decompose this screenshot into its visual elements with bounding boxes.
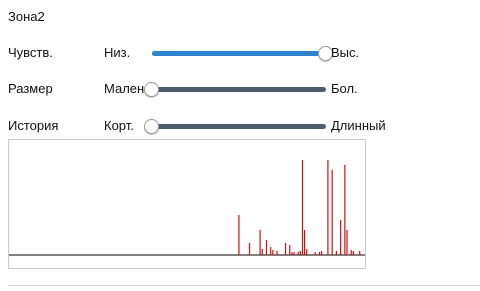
sensitivity-slider[interactable] <box>152 51 326 56</box>
sensitivity-max-label: Выс. <box>331 45 360 60</box>
history-slider[interactable] <box>152 124 326 129</box>
motion-graph-panel <box>8 139 366 269</box>
history-row: История Корт. Длинный <box>0 116 480 136</box>
zone-title: Зона2 <box>8 9 45 24</box>
sensitivity-label: Чувств. <box>8 45 53 60</box>
size-min-label: Мален <box>104 81 145 96</box>
motion-graph <box>9 160 365 256</box>
sensitivity-fill <box>152 51 326 56</box>
history-thumb[interactable] <box>144 119 159 134</box>
size-thumb[interactable] <box>144 82 159 97</box>
sensitivity-row: Чувств. Низ. Выс. <box>0 43 480 63</box>
history-min-label: Корт. <box>104 118 134 133</box>
size-slider[interactable] <box>152 87 326 92</box>
size-row: Размер Мален Бол. <box>0 79 480 99</box>
bottom-divider <box>8 285 480 286</box>
sensitivity-min-label: Низ. <box>104 45 131 60</box>
history-label: История <box>8 118 59 133</box>
history-max-label: Длинный <box>331 118 386 133</box>
size-label: Размер <box>8 81 53 96</box>
size-max-label: Бол. <box>331 81 358 96</box>
